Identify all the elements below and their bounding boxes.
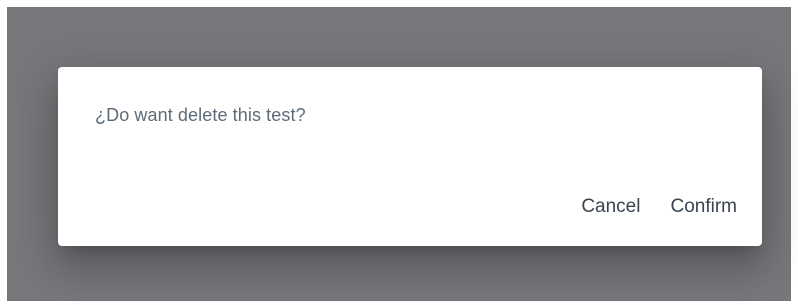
confirm-button[interactable]: Confirm [657,188,750,226]
dialog-actions: Cancel Confirm [568,188,750,226]
dialog-message: ¿Do want delete this test? [95,105,306,125]
cancel-button[interactable]: Cancel [568,188,653,226]
confirm-delete-dialog: ¿Do want delete this test? Cancel Confir… [58,67,762,246]
